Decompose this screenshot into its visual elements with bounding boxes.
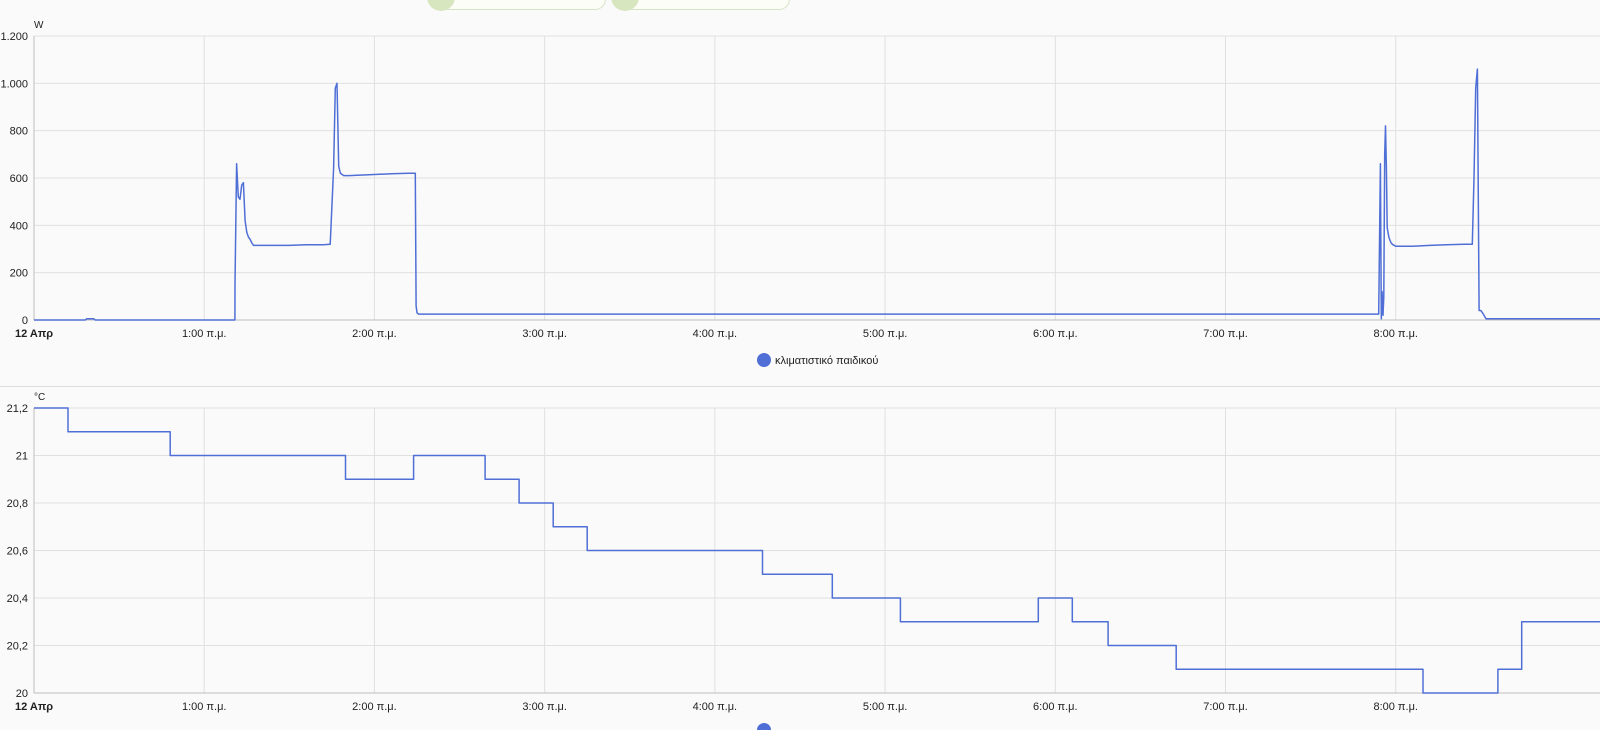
y-tick-label: 20,2: [7, 641, 28, 653]
legend-marker[interactable]: [757, 723, 771, 730]
y-tick-label: 20,6: [7, 546, 28, 558]
x-tick-label: 12 Απρ: [15, 328, 53, 340]
x-tick-label: 2:00 π.μ.: [352, 328, 397, 340]
y-tick-label: 20,4: [7, 593, 28, 605]
x-tick-label: 5:00 π.μ.: [863, 328, 908, 340]
y-tick-label: 21,2: [7, 403, 28, 415]
y-tick-label: 600: [10, 173, 28, 185]
x-tick-label: 3:00 π.μ.: [522, 701, 567, 713]
x-tick-label: 7:00 π.μ.: [1203, 328, 1248, 340]
x-tick-label: 2:00 π.μ.: [352, 701, 397, 713]
y-tick-label: 20,8: [7, 498, 28, 510]
unit-label: °C: [34, 392, 45, 403]
chart-2: 20 20,2 20,4 20,6 20,8 21 21,2 12 Απρ 1:00 π.μ. 2…: [7, 392, 1600, 730]
history-charts: 0 200 400 600 800 1.000 1.200 12 Απρ 1:00 π.μ. 2:…: [0, 20, 1600, 730]
x-tick-label: 4:00 π.μ.: [693, 328, 738, 340]
x-tick-label: 8:00 π.μ.: [1373, 701, 1418, 713]
y-tick-label: 200: [10, 268, 28, 280]
x-tick-label: 8:00 π.μ.: [1373, 328, 1418, 340]
x-tick-label: 12 Απρ: [15, 701, 53, 713]
legend[interactable]: κλιματιστικό παιδικού: [757, 353, 878, 367]
legend-label[interactable]: κλιματιστικό παιδικού: [775, 355, 878, 367]
y-tick-label: 21: [16, 451, 28, 463]
x-tick-label: 1:00 π.μ.: [182, 701, 227, 713]
legend[interactable]: [757, 723, 771, 730]
x-tick-label: 3:00 π.μ.: [522, 328, 567, 340]
x-tick-label: 6:00 π.μ.: [1033, 328, 1078, 340]
chart-divider: [0, 386, 1600, 387]
x-tick-label: 5:00 π.μ.: [863, 701, 908, 713]
y-tick-label: 1.200: [0, 31, 28, 43]
unit-label: W: [34, 20, 44, 31]
x-tick-label: 4:00 π.μ.: [693, 701, 738, 713]
x-tick-label: 6:00 π.μ.: [1033, 701, 1078, 713]
y-tick-label: 400: [10, 220, 28, 232]
y-tick-label: 0: [22, 315, 28, 327]
legend-marker[interactable]: [757, 353, 771, 367]
y-tick-label: 1.000: [0, 78, 28, 90]
series-line: [34, 68, 1600, 321]
y-tick-label: 20: [16, 688, 28, 700]
chart-1: 0 200 400 600 800 1.000 1.200 12 Απρ 1:00 π.μ. 2:…: [0, 20, 1600, 367]
x-tick-label: 1:00 π.μ.: [182, 328, 227, 340]
y-tick-label: 800: [10, 126, 28, 138]
x-tick-label: 7:00 π.μ.: [1203, 701, 1248, 713]
